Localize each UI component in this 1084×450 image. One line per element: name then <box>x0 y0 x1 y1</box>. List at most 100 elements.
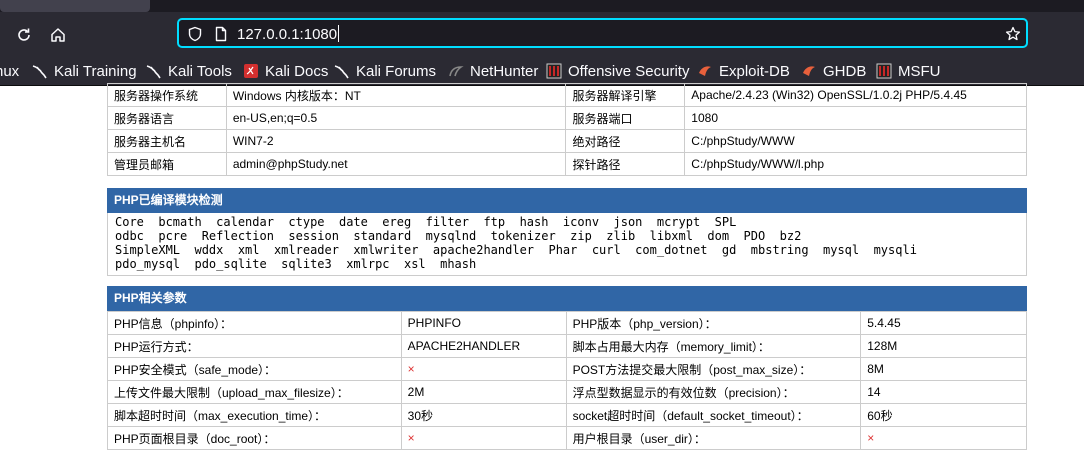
modules-line: SimpleXML wddx xml xmlreader xmlwriter a… <box>115 243 917 257</box>
table-cell: 服务器端口 <box>565 106 686 130</box>
table-cell: PHP页面根目录（doc_root）： <box>107 426 402 450</box>
navigation-toolbar: 127.0.0.1:1080 <box>0 12 1084 57</box>
table-cell: PHP安全模式（safe_mode）： <box>107 357 402 381</box>
table-cell: 服务器主机名 <box>107 129 227 153</box>
modules-section: PHP已编译模块检测 Core bcmath calendar ctype da… <box>107 188 1027 276</box>
reload-icon <box>18 28 30 41</box>
modules-line: pdo_mysql pdo_sqlite sqlite3 xmlrpc xsl … <box>115 257 477 271</box>
bookmark-kali-forums[interactable]: Kali Forums <box>334 61 436 81</box>
table-cell: 1080 <box>684 106 1027 130</box>
kali-dragon-icon <box>146 65 161 79</box>
exploitdb-icon <box>699 66 711 76</box>
table-cell: socket超时时间（default_socket_timeout）： <box>565 403 862 427</box>
cross-mark-icon: × <box>867 431 875 445</box>
offsec-icon <box>546 63 562 79</box>
table-cell: Windows 内核版本：NT <box>225 83 567 107</box>
table-row: 服务器语言 en-US,en;q=0.5 服务器端口 1080 <box>107 106 1027 130</box>
url-text[interactable]: 127.0.0.1:1080 <box>237 25 339 43</box>
table-cell: 服务器解译引擎 <box>565 83 686 107</box>
table-row: PHP安全模式（safe_mode）： × POST方法提交最大限制（post_… <box>107 357 1027 381</box>
bookmark-label: Exploit-DB <box>719 62 790 80</box>
table-cell: admin@phpStudy.net <box>225 152 567 176</box>
table-cell: 服务器操作系统 <box>107 83 227 107</box>
table-cell: × <box>400 426 567 450</box>
table-cell: 脚本超时时间（max_execution_time）： <box>107 403 402 427</box>
bookmark-kali-tools[interactable]: Kali Tools <box>146 61 232 81</box>
bookmark-label: NetHunter <box>470 62 539 80</box>
reload-button[interactable] <box>10 21 38 49</box>
table-cell: 脚本占用最大内存（memory_limit）： <box>565 334 862 358</box>
table-row: PHP信息（phpinfo）： PHPINFO PHP版本（php_versio… <box>107 311 1027 335</box>
table-cell: POST方法提交最大限制（post_max_size）： <box>565 357 862 381</box>
table-cell: 60秒 <box>860 403 1027 427</box>
bookmark-label: Kali Docs <box>265 62 329 80</box>
server-info-table: 服务器操作系统 Windows 内核版本：NT 服务器解译引擎 Apache/2… <box>107 83 1027 176</box>
table-row: 上传文件最大限制（upload_max_filesize）： 2M 浮点型数据显… <box>107 380 1027 404</box>
table-cell: 用户根目录（user_dir）： <box>565 426 862 450</box>
table-cell: 上传文件最大限制（upload_max_filesize）： <box>107 380 402 404</box>
bookmark-label: Kali Forums <box>356 62 437 80</box>
table-row: 服务器操作系统 Windows 内核版本：NT 服务器解译引擎 Apache/2… <box>107 83 1027 107</box>
table-row: PHP页面根目录（doc_root）： × 用户根目录（user_dir）： × <box>107 426 1027 450</box>
table-cell: 5.4.45 <box>860 311 1027 335</box>
bookmark-kali-training[interactable]: Kali Training <box>32 61 137 81</box>
table-cell: 绝对路径 <box>565 129 686 153</box>
tab-strip <box>0 0 1084 12</box>
table-row: 服务器主机名 WIN7-2 绝对路径 C:/phpStudy/WWW <box>107 129 1027 153</box>
bookmark-msfu[interactable]: MSFU <box>876 61 941 81</box>
table-cell: C:/phpStudy/WWW <box>684 129 1027 153</box>
section-title: PHP相关参数 <box>107 286 1027 311</box>
modules-list: Core bcmath calendar ctype date ereg fil… <box>107 213 1027 276</box>
php-params-section: PHP相关参数 <box>107 286 1027 311</box>
home-button[interactable] <box>44 21 72 49</box>
table-cell: WIN7-2 <box>225 129 567 153</box>
bookmark-ghdb[interactable]: GHDB <box>801 61 866 81</box>
table-cell: 探针路径 <box>565 152 686 176</box>
exploitdb-icon <box>803 66 815 76</box>
table-cell: 14 <box>860 380 1027 404</box>
table-cell: 2M <box>400 380 567 404</box>
bookmark-exploit-db[interactable]: Exploit-DB <box>697 61 790 81</box>
kali-dragon-icon <box>32 65 47 79</box>
table-cell: C:/phpStudy/WWW/l.php <box>684 152 1027 176</box>
table-cell: 8M <box>860 357 1027 381</box>
bookmark-offensive-security[interactable]: Offensive Security <box>546 61 689 81</box>
bookmark-label: MSFU <box>898 62 941 80</box>
php-params-table: PHP信息（phpinfo）： PHPINFO PHP版本（php_versio… <box>107 311 1027 450</box>
nethunter-icon <box>449 66 464 77</box>
offsec-icon <box>876 63 892 79</box>
cross-mark-icon: × <box>407 431 415 445</box>
bookmark-label: GHDB <box>823 62 867 80</box>
table-cell: × <box>860 426 1027 450</box>
section-title: PHP已编译模块检测 <box>107 188 1027 213</box>
bookmark-label: nux <box>0 62 20 80</box>
page-icon <box>215 26 227 42</box>
cross-mark-icon: × <box>407 362 415 376</box>
bookmark-nethunter[interactable]: NetHunter <box>448 61 538 81</box>
modules-line: odbc pcre Reflection session standard my… <box>115 229 802 243</box>
bookmarks-toolbar: nux Kali Training Kali Tools Kali Docs K… <box>0 57 1084 86</box>
modules-line: Core bcmath calendar ctype date ereg fil… <box>115 215 737 229</box>
shield-icon[interactable] <box>187 26 203 42</box>
table-cell: PHP信息（phpinfo）： <box>107 311 402 335</box>
table-row: 管理员邮箱 admin@phpStudy.net 探针路径 C:/phpStud… <box>107 152 1027 176</box>
home-icon <box>51 28 65 42</box>
table-cell: 浮点型数据显示的有效位数（precision）： <box>565 380 862 404</box>
active-tab[interactable] <box>0 0 150 12</box>
bookmark-star-icon[interactable] <box>1005 26 1021 42</box>
bookmark-kali-docs[interactable]: Kali Docs <box>243 61 328 81</box>
table-row: PHP运行方式： APACHE2HANDLER 脚本占用最大内存（memory_… <box>107 334 1027 358</box>
table-cell: Apache/2.4.23 (Win32) OpenSSL/1.0.2j PHP… <box>684 83 1027 107</box>
table-cell: PHP运行方式： <box>107 334 402 358</box>
table-cell: 管理员邮箱 <box>107 152 227 176</box>
bookmark-label: Offensive Security <box>568 62 690 80</box>
address-bar[interactable]: 127.0.0.1:1080 <box>177 18 1028 48</box>
bookmark-label: Kali Tools <box>168 62 232 80</box>
kali-docs-icon <box>244 64 258 78</box>
bookmark-label: Kali Training <box>54 62 137 80</box>
table-cell: 服务器语言 <box>107 106 227 130</box>
bookmark-kali-linux[interactable]: nux <box>0 61 19 81</box>
kali-dragon-icon <box>334 65 349 79</box>
table-cell: × <box>400 357 567 381</box>
table-cell: 30秒 <box>400 403 567 427</box>
